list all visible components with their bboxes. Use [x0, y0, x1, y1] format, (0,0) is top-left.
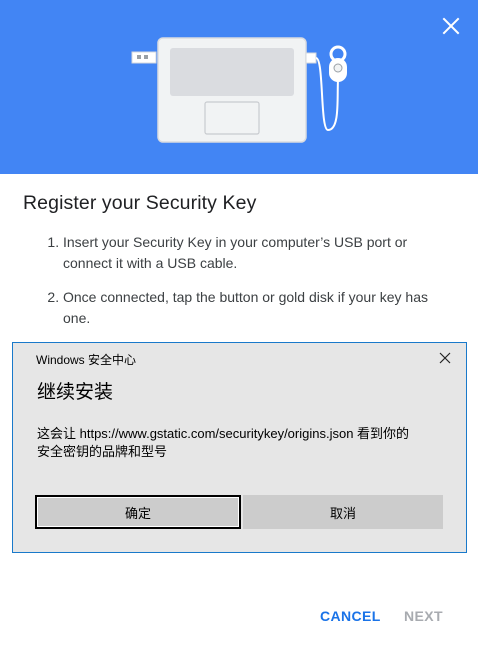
dialog-cancel-button[interactable]: 取消	[243, 495, 443, 529]
cancel-button[interactable]: CANCEL	[320, 608, 381, 624]
dialog-message: 这会让 https://www.gstatic.com/securitykey/…	[37, 425, 457, 461]
instruction-step-1: Insert your Security Key in your compute…	[63, 232, 453, 274]
close-icon[interactable]	[440, 15, 462, 37]
page-title: Register your Security Key	[23, 192, 257, 214]
header-banner	[0, 0, 478, 174]
instruction-step-2: Once connected, tap the button or gold d…	[63, 287, 453, 329]
ok-button[interactable]: 确定	[35, 495, 241, 529]
dialog-message-line-2: 安全密钥的品牌和型号	[37, 444, 168, 459]
dialog-heading: 继续安装	[37, 382, 114, 403]
dialog-message-line-1: 这会让 https://www.gstatic.com/securitykey/…	[37, 426, 410, 441]
dialog-caption: Windows 安全中心	[36, 353, 137, 367]
instruction-list: Insert your Security Key in your compute…	[23, 232, 453, 342]
next-button[interactable]: NEXT	[404, 608, 443, 624]
close-icon[interactable]	[437, 350, 453, 366]
laptop-with-security-key-icon	[131, 37, 347, 143]
windows-security-dialog: Windows 安全中心 继续安装 这会让 https://www.gstati…	[12, 342, 467, 553]
